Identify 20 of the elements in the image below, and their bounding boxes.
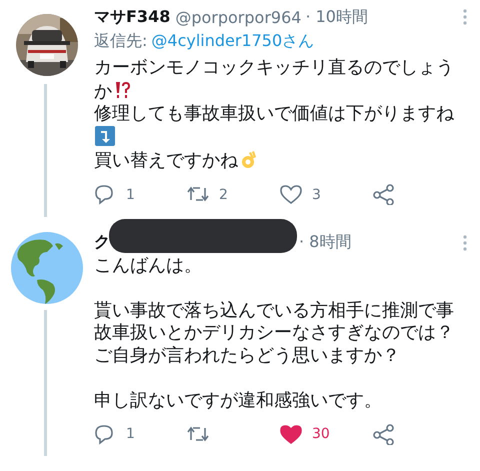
heart-count: 30 <box>312 426 330 442</box>
user-name[interactable]: ク <box>94 232 110 253</box>
mention-link[interactable]: @4cylinder1750さん <box>151 31 314 50</box>
reply-count: 1 <box>126 186 135 202</box>
tweet-text: こんばんは。 <box>94 254 202 276</box>
reply-count: 1 <box>126 426 135 442</box>
tweet-text: か <box>94 80 112 102</box>
tweet-text: 買い替えですかね <box>94 150 238 171</box>
timestamp[interactable]: · 10時間 <box>305 6 368 28</box>
reply-to-label: 返信先: <box>94 31 148 50</box>
user-handle[interactable]: @porporpor964 <box>175 8 302 26</box>
tweet-text: 申し訳ないですが違和感強いです。 <box>94 390 382 410</box>
tweet-text: ご自身が言われたらどう思いますか？ <box>94 344 400 366</box>
tweet-text: カーボンモノコックキッチリ直るのでしょう <box>94 57 454 78</box>
tweet-text: 貰い事故で落ち込んでいる方相手に推測で事故車扱いとかデリカシーなさすぎなのでは？ <box>94 300 454 343</box>
retweet-count: 2 <box>219 186 228 202</box>
user-name[interactable]: マサF348 <box>94 6 170 28</box>
tweet-text: 修理しても事故車扱いで価値は下がりますね <box>94 103 454 124</box>
timestamp[interactable]: · 8時間 <box>299 232 352 253</box>
heart-count: 3 <box>312 186 321 202</box>
